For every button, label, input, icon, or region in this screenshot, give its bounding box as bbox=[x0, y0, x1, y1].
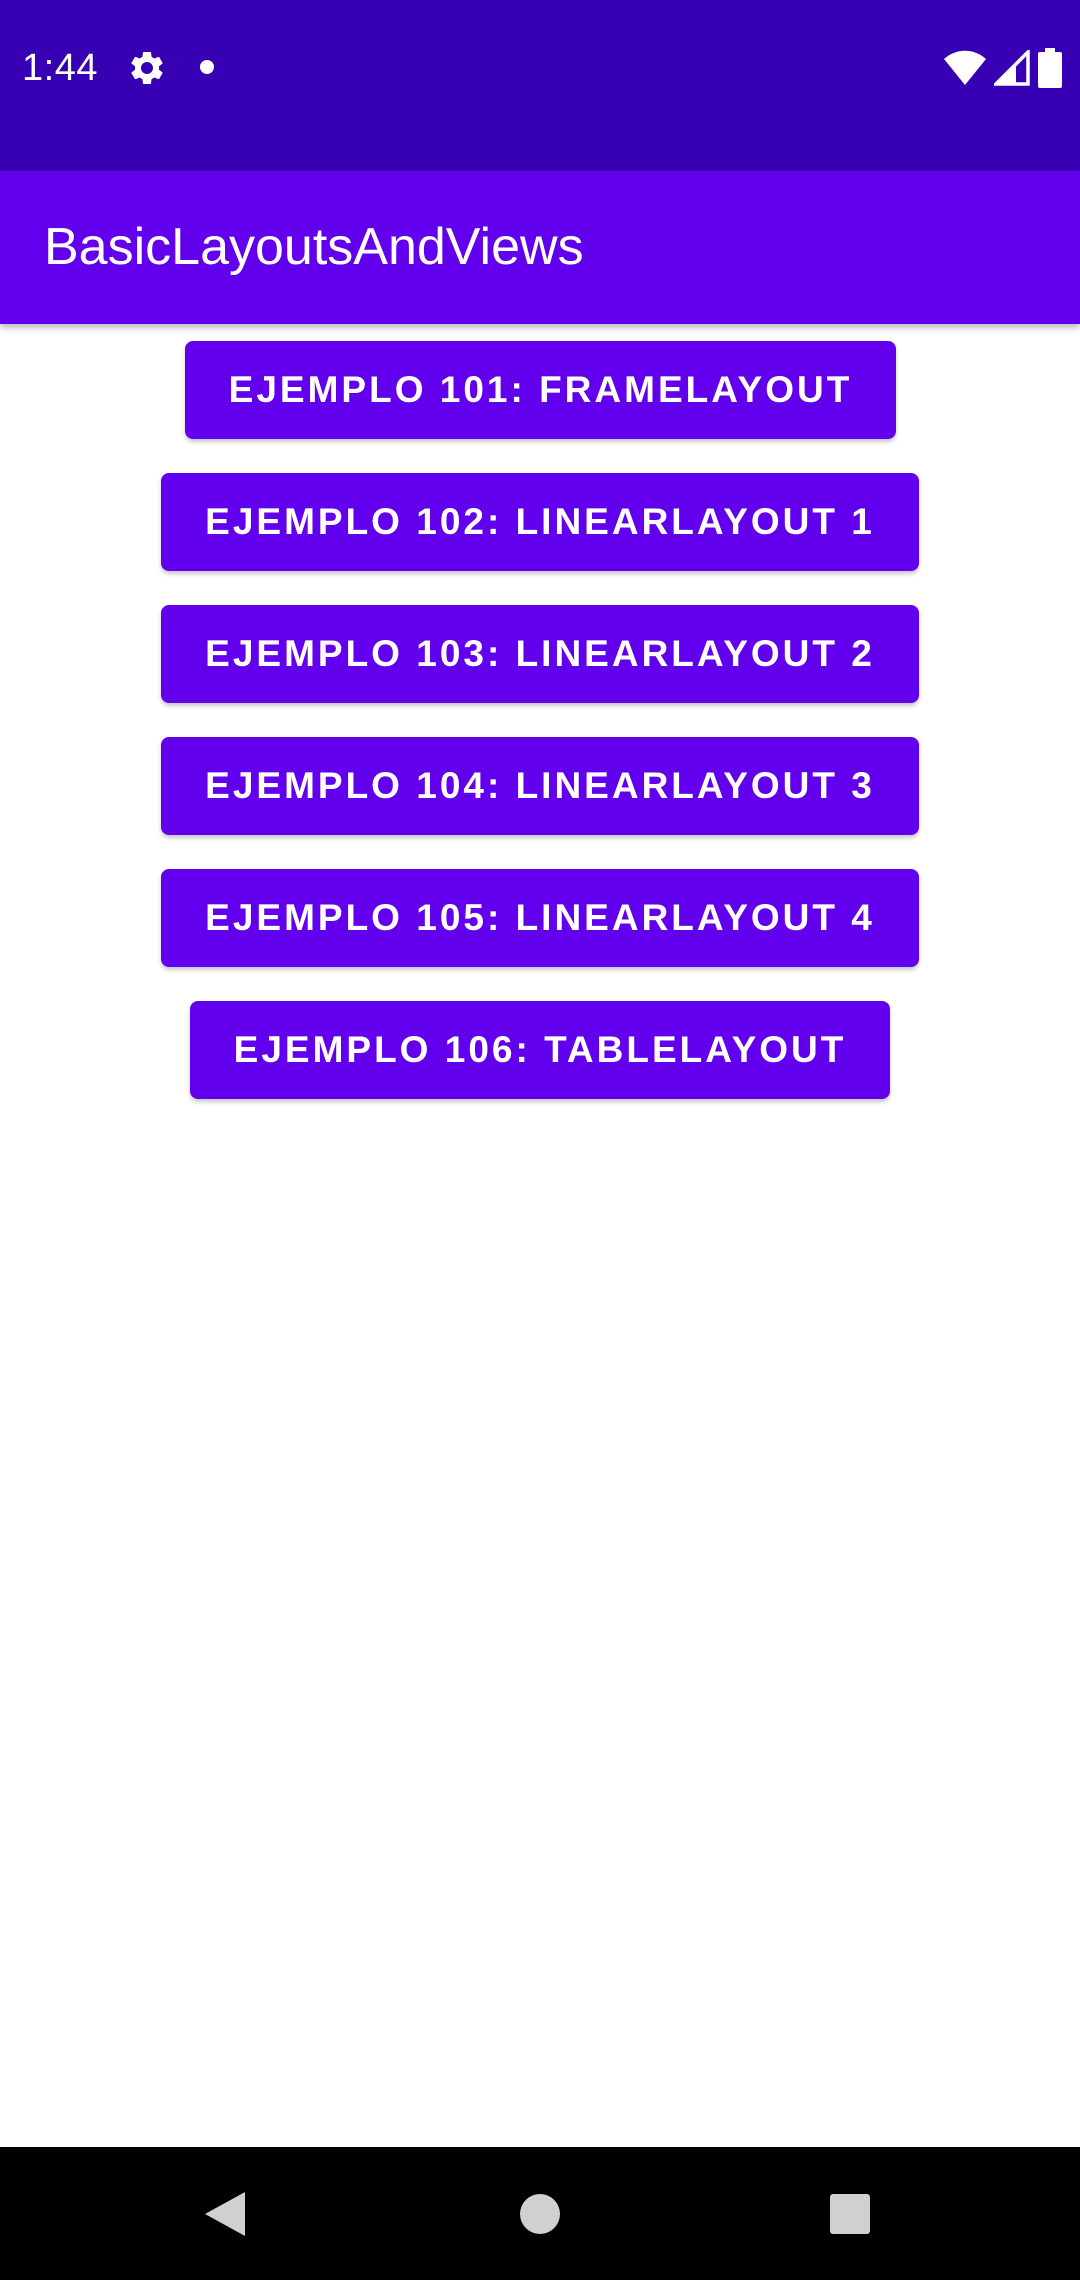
navigation-bar bbox=[0, 2147, 1080, 2280]
ejemplo-105-linearlayout-4-button[interactable]: EJEMPLO 105: LINEARLAYOUT 4 bbox=[161, 869, 919, 967]
ejemplo-104-linearlayout-3-button[interactable]: EJEMPLO 104: LINEARLAYOUT 3 bbox=[161, 737, 919, 835]
ejemplo-106-tablelayout-button[interactable]: EJEMPLO 106: TABLELAYOUT bbox=[190, 1001, 890, 1099]
gear-icon bbox=[131, 51, 163, 84]
app-title: BasicLayoutsAndViews bbox=[44, 218, 584, 276]
status-icons bbox=[944, 46, 1062, 90]
screen: 1:44 BasicLayoutsAndViews EJEMPLO 101: F… bbox=[0, 0, 1080, 2280]
app-bar: BasicLayoutsAndViews bbox=[0, 171, 1080, 324]
status-bar: 1:44 bbox=[0, 0, 1080, 171]
recents-icon bbox=[830, 2193, 870, 2234]
home-button[interactable] bbox=[510, 2147, 570, 2280]
status-time: 1:44 bbox=[22, 47, 98, 89]
main-content: EJEMPLO 101: FRAMELAYOUT EJEMPLO 102: LI… bbox=[0, 324, 1080, 2147]
battery-icon bbox=[1038, 48, 1062, 88]
ejemplo-103-linearlayout-2-button[interactable]: EJEMPLO 103: LINEARLAYOUT 2 bbox=[161, 605, 919, 703]
home-icon bbox=[520, 2193, 560, 2234]
notification-dot-icon bbox=[200, 60, 214, 74]
back-icon bbox=[205, 2191, 245, 2236]
ejemplo-102-linearlayout-1-button[interactable]: EJEMPLO 102: LINEARLAYOUT 1 bbox=[161, 473, 919, 571]
recents-button[interactable] bbox=[820, 2147, 880, 2280]
cellular-signal-icon bbox=[994, 50, 1030, 86]
wifi-icon bbox=[944, 50, 986, 85]
back-button[interactable] bbox=[195, 2147, 255, 2280]
ejemplo-101-framelayout-button[interactable]: EJEMPLO 101: FRAMELAYOUT bbox=[185, 341, 896, 439]
